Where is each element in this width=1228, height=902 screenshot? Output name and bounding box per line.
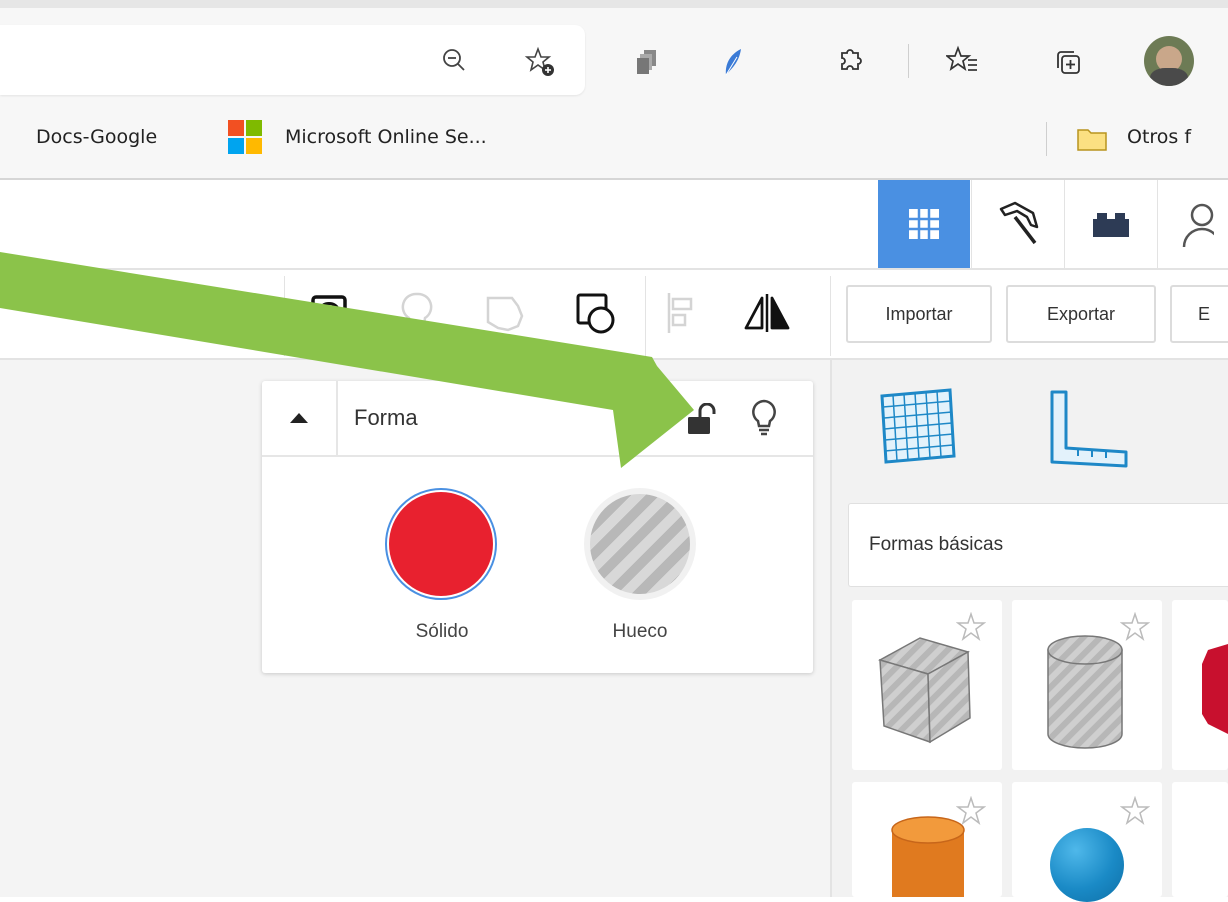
show-all-icon[interactable] xyxy=(304,288,354,338)
toolbar-separator xyxy=(284,276,285,356)
export-button[interactable]: Exportar xyxy=(1006,285,1156,343)
browser-top-strip xyxy=(0,0,1228,8)
lock-icon[interactable] xyxy=(686,402,716,435)
shape-card-cylinder-orange[interactable] xyxy=(852,782,1002,897)
feather-extension-icon[interactable] xyxy=(712,40,756,84)
shape-card-box-red[interactable] xyxy=(1172,600,1228,770)
favorite-star-icon[interactable] xyxy=(956,796,986,826)
sphere-shape xyxy=(1050,828,1124,902)
address-bar[interactable] xyxy=(0,25,585,95)
microsoft-logo-icon xyxy=(228,120,262,154)
hint-bulb-icon[interactable] xyxy=(750,399,778,437)
ruler-icon[interactable] xyxy=(1046,386,1132,472)
hole-option[interactable] xyxy=(584,488,696,600)
shape-card-partial[interactable] xyxy=(1172,782,1228,897)
align-icon[interactable] xyxy=(655,288,705,338)
shape-category-dropdown[interactable]: Formas básicas xyxy=(848,503,1228,587)
extensions-puzzle-icon[interactable] xyxy=(829,38,873,82)
lego-brick-icon[interactable] xyxy=(1064,180,1157,268)
bookmark-microsoft-online[interactable]: Microsoft Online Se... xyxy=(285,126,487,148)
import-button[interactable]: Importar xyxy=(846,285,992,343)
solid-color-swatch[interactable] xyxy=(389,492,493,596)
hint-bulb-icon[interactable] xyxy=(392,288,442,338)
solid-label: Sólido xyxy=(415,621,469,642)
favorite-star-icon[interactable] xyxy=(1120,796,1150,826)
toolbar-separator xyxy=(645,276,646,356)
send-to-button[interactable]: E xyxy=(1170,285,1228,343)
bookmark-divider xyxy=(1046,122,1047,156)
favorite-star-icon[interactable] xyxy=(956,612,986,642)
group-icon[interactable] xyxy=(482,288,532,338)
bookmarks-bar xyxy=(0,100,1228,180)
3d-design-grid-icon[interactable] xyxy=(878,180,970,268)
zoom-out-icon[interactable] xyxy=(432,38,476,82)
chevron-up-icon xyxy=(290,413,308,423)
solid-option-ring[interactable] xyxy=(385,488,497,600)
add-favorite-icon[interactable] xyxy=(518,40,562,84)
ungroup-icon[interactable] xyxy=(572,288,622,338)
folder-icon xyxy=(1076,126,1108,152)
collapse-button[interactable] xyxy=(262,381,338,455)
hole-label: Hueco xyxy=(612,621,668,642)
inspector-title: Forma xyxy=(354,405,418,430)
profile-avatar[interactable] xyxy=(1144,36,1194,86)
shape-card-sphere[interactable] xyxy=(1012,782,1162,902)
extension-icon[interactable] xyxy=(626,40,670,84)
mirror-icon[interactable] xyxy=(742,288,792,338)
favorites-icon[interactable] xyxy=(940,38,984,82)
shape-card-box[interactable] xyxy=(852,600,1002,770)
toolbar-divider xyxy=(908,44,909,78)
collections-icon[interactable] xyxy=(1046,40,1090,84)
shape-inspector: Forma Sólido Hueco xyxy=(262,381,813,673)
inspector-header xyxy=(262,381,813,457)
shape-card-cylinder[interactable] xyxy=(1012,600,1162,770)
profile-icon[interactable] xyxy=(1157,180,1228,268)
favorite-star-icon[interactable] xyxy=(1120,612,1150,642)
toolbar-separator xyxy=(830,276,831,356)
category-label: Formas básicas xyxy=(869,534,1004,555)
hole-pattern-swatch[interactable] xyxy=(590,494,690,594)
bookmark-other-favorites[interactable]: Otros f xyxy=(1127,126,1191,148)
bookmark-docs-google[interactable]: Docs-Google xyxy=(36,126,157,148)
minecraft-pickaxe-icon[interactable] xyxy=(971,180,1064,268)
workplane-grid-icon[interactable] xyxy=(876,386,958,468)
